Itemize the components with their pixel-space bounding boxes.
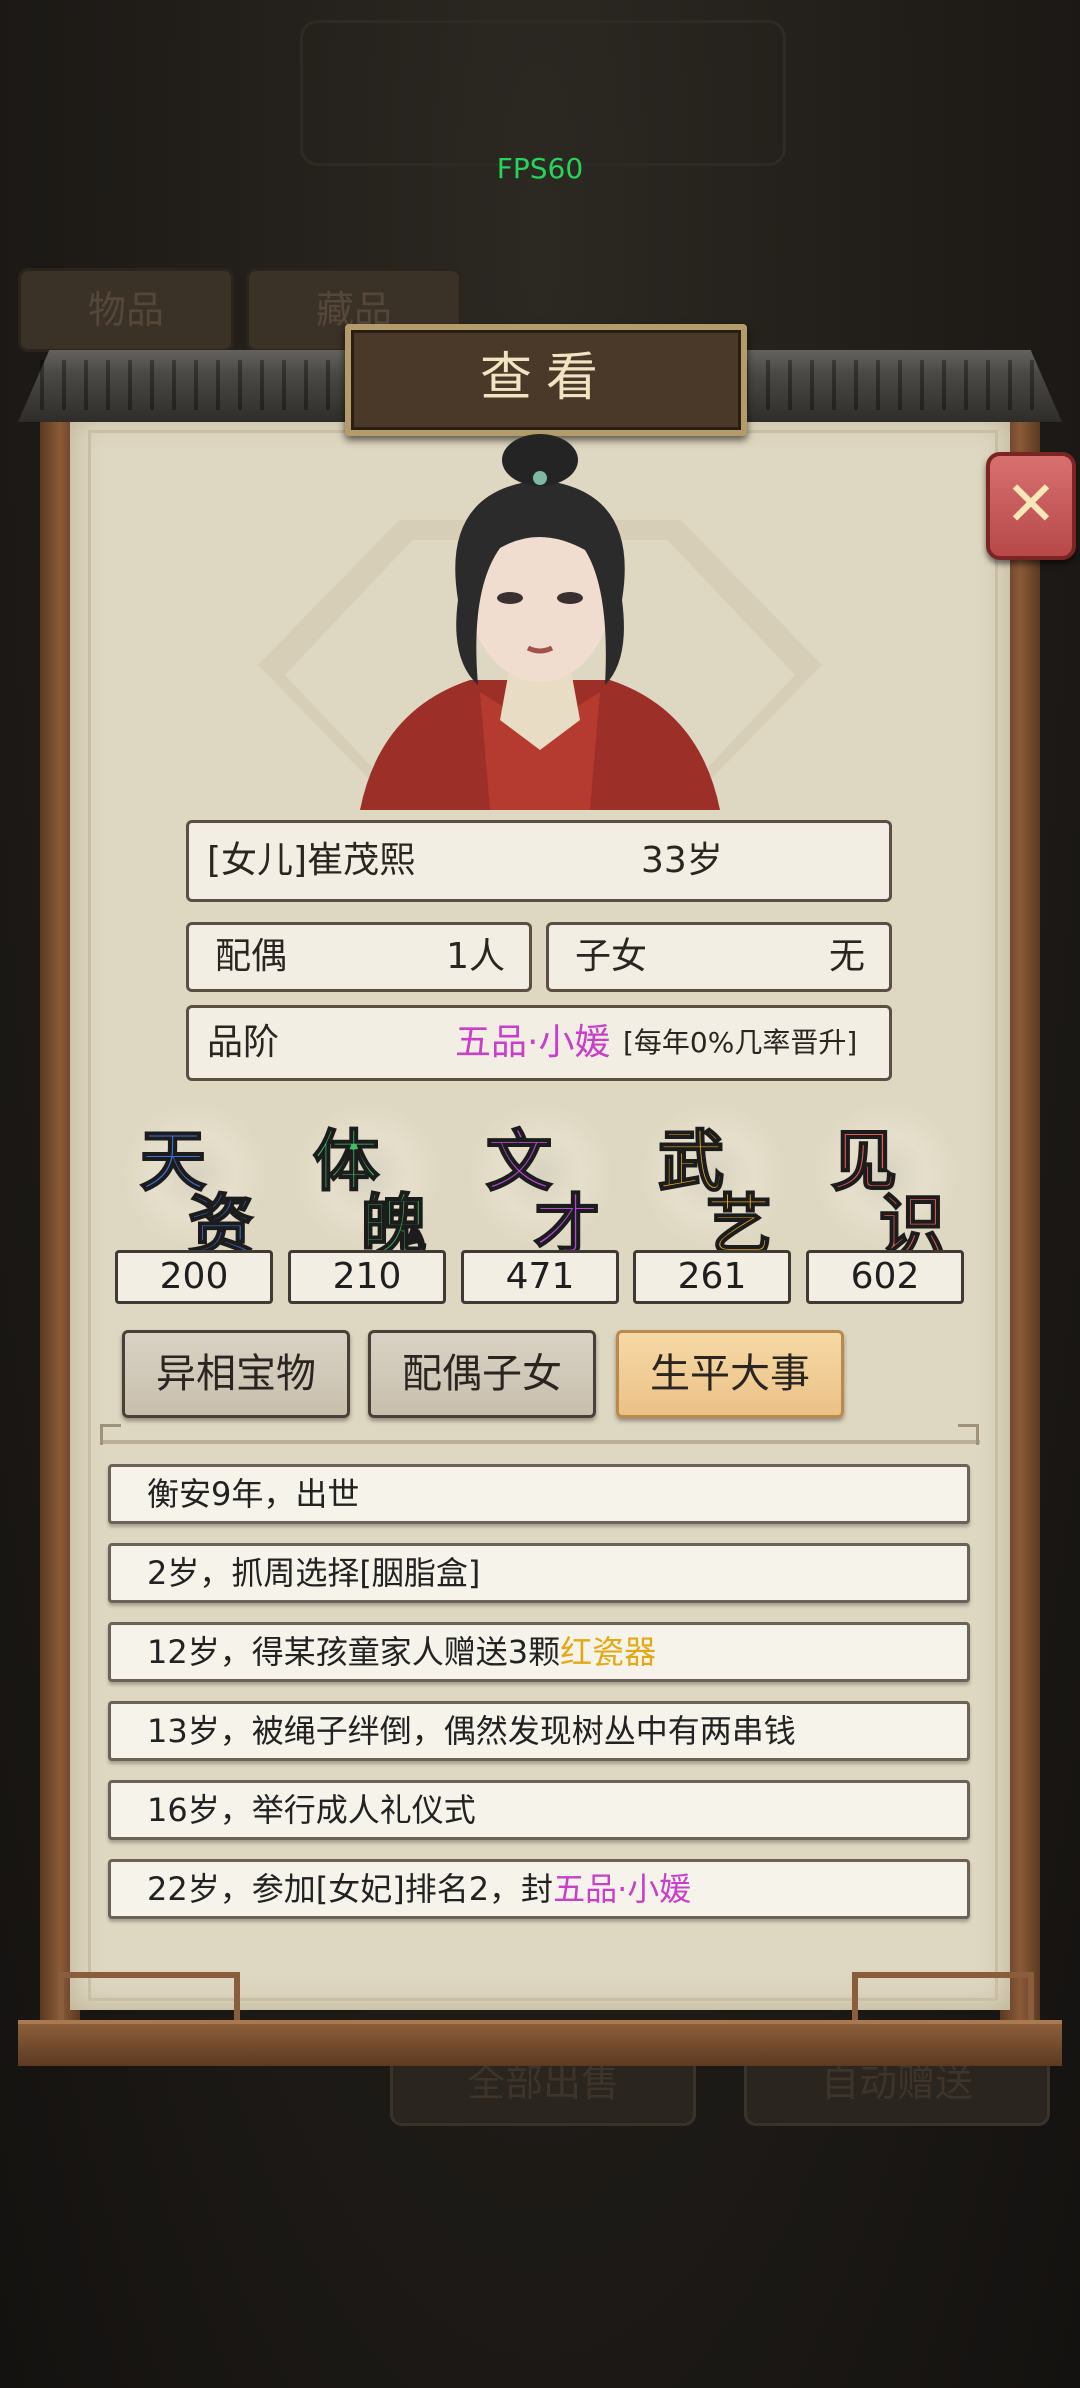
rank-box: 品阶 五品·小媛 [每年0%几率晋升] [186, 1005, 892, 1081]
name-age-box: [女儿]崔茂熙 33岁 [186, 820, 892, 902]
rank-note: [每年0%几率晋升] [623, 1026, 858, 1059]
tab-spouse-children[interactable]: 配偶子女 [368, 1330, 596, 1418]
section-divider [100, 1440, 980, 1444]
character-age: 33岁 [641, 840, 723, 881]
event-highlight: 红瓷器 [560, 1633, 657, 1671]
stat-martial-value: 261 [633, 1250, 791, 1304]
event-text: 12岁，得某孩童家人赠送3颗 [147, 1633, 561, 1671]
spouse-value: 1人 [446, 936, 505, 977]
background-tab-items: 物品 [18, 268, 234, 352]
event-item: 衡安9年，出世 [108, 1464, 970, 1524]
event-text: 22岁，参加[女妃]排名2，封 [147, 1870, 554, 1908]
children-value: 无 [828, 936, 865, 977]
children-box: 子女 无 [546, 922, 892, 992]
divider-corner-left [100, 1424, 121, 1445]
event-text: 2岁，抓周选择[胭脂盒] [147, 1554, 481, 1592]
fps-counter: FPS60 [496, 152, 584, 185]
character-portrait [360, 434, 720, 810]
event-text: 13岁，被绳子绊倒，偶然发现树丛中有两串钱 [147, 1712, 796, 1750]
event-text: 衡安9年，出世 [147, 1475, 360, 1513]
event-item: 22岁，参加[女妃]排名2，封五品·小媛 [108, 1859, 970, 1919]
children-label: 子女 [575, 936, 648, 977]
tab-life-events[interactable]: 生平大事 [616, 1330, 844, 1418]
event-item: 2岁，抓周选择[胭脂盒] [108, 1543, 970, 1603]
close-button[interactable]: ✕ [986, 452, 1076, 560]
event-item: 16岁，举行成人礼仪式 [108, 1780, 970, 1840]
rank-label: 品阶 [207, 1022, 280, 1063]
background-frame [300, 20, 786, 166]
dialog-title: 查看 [345, 324, 747, 436]
stat-physique-value: 210 [288, 1250, 446, 1304]
event-item: 13岁，被绳子绊倒，偶然发现树丛中有两串钱 [108, 1701, 970, 1761]
event-text: 16岁，举行成人礼仪式 [147, 1791, 476, 1829]
tab-treasures[interactable]: 异相宝物 [122, 1330, 350, 1418]
spouse-box: 配偶 1人 [186, 922, 532, 992]
event-highlight: 五品·小媛 [553, 1870, 692, 1908]
close-x-icon: ✕ [1005, 467, 1057, 540]
base-rail [18, 2020, 1062, 2066]
spouse-label: 配偶 [215, 936, 288, 977]
divider-corner-right [958, 1424, 979, 1445]
stat-literary-value: 471 [461, 1250, 619, 1304]
stat-knowledge-value: 602 [806, 1250, 964, 1304]
character-name: [女儿]崔茂熙 [207, 840, 416, 881]
stat-aptitude-value: 200 [115, 1250, 273, 1304]
event-item: 12岁，得某孩童家人赠送3颗红瓷器 [108, 1622, 970, 1682]
rank-value: 五品·小媛 [455, 1022, 611, 1063]
